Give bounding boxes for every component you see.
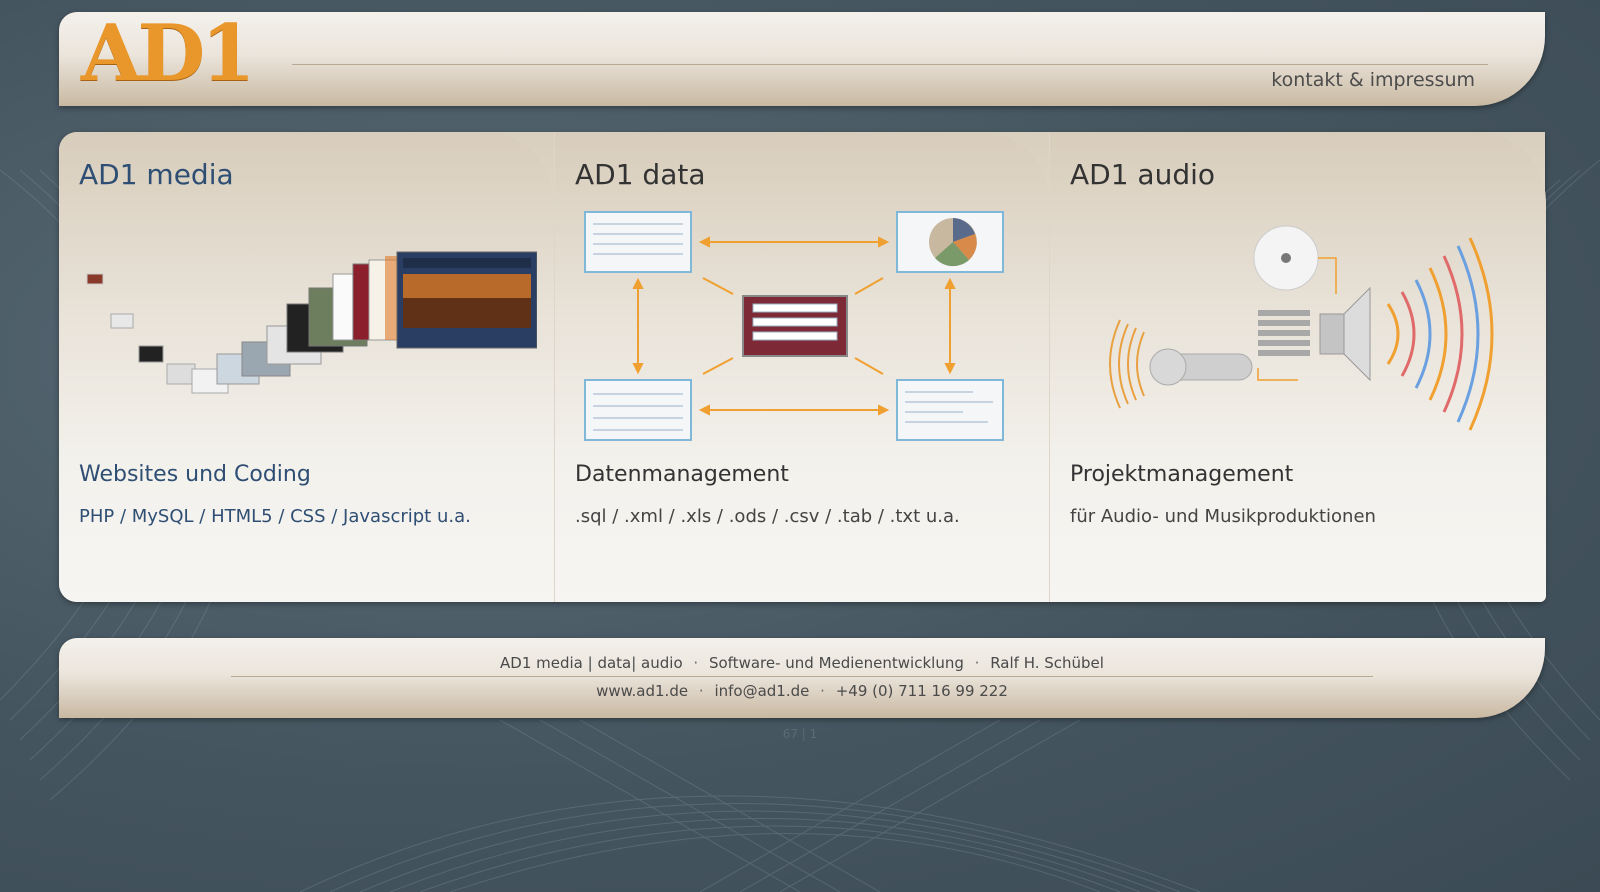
footer-separator: · — [698, 682, 704, 700]
pie-chart-icon — [929, 218, 977, 267]
sound-waves-right-icon — [1386, 237, 1494, 431]
audio-subtitle[interactable]: Projektmanagement — [1070, 462, 1293, 487]
websites-illustration[interactable] — [77, 204, 537, 464]
main-panel: AD1 media Websites und Coding PHP / MySQ… — [59, 132, 1546, 602]
cd-disc-icon — [1253, 225, 1319, 291]
data-subtitle[interactable]: Datenmanagement — [575, 462, 789, 487]
footer-website-link[interactable]: www.ad1.de — [596, 682, 688, 700]
footer-company: AD1 media | data| audio — [500, 654, 683, 672]
footer-phone: +49 (0) 711 16 99 222 — [835, 682, 1008, 700]
audio-illustration[interactable] — [1068, 204, 1528, 464]
mixer-icon — [1258, 310, 1310, 356]
footer-separator: · — [974, 654, 980, 672]
logo[interactable]: AD1 — [81, 10, 271, 98]
footer-separator: · — [820, 682, 825, 700]
visitor-counter: 67 | 1 — [782, 727, 818, 741]
audio-description: für Audio- und Musikproduktionen — [1070, 506, 1376, 527]
header-divider — [292, 64, 1488, 65]
data-exchange-illustration[interactable] — [573, 204, 1033, 464]
footer-service: Software- und Medienentwicklung — [708, 654, 964, 672]
logo-text: AD1 — [81, 8, 255, 99]
audio-title[interactable]: AD1 audio — [1070, 158, 1215, 191]
media-title[interactable]: AD1 media — [79, 158, 234, 191]
media-card[interactable]: AD1 media Websites und Coding PHP / MySQ… — [59, 132, 554, 602]
media-subtitle[interactable]: Websites und Coding — [79, 462, 311, 487]
data-title[interactable]: AD1 data — [575, 158, 706, 191]
contact-impressum-link[interactable]: kontakt & impressum — [1271, 69, 1475, 91]
audio-card[interactable]: AD1 audio Projektmanagement für Audio- u… — [1049, 132, 1546, 602]
sound-waves-left-icon — [1109, 319, 1145, 409]
footer-divider — [231, 676, 1373, 677]
footer-bar: AD1 media | data| audio · Software- und … — [59, 638, 1545, 718]
data-description: .sql / .xml / .xls / .ods / .csv / .tab … — [575, 506, 960, 527]
website-thumbnails — [86, 251, 537, 394]
header-bar: AD1 kontakt & impressum — [59, 10, 1545, 106]
footer-separator: · — [693, 654, 699, 672]
footer-email-link[interactable]: info@ad1.de — [714, 682, 809, 700]
microphone-icon — [1149, 348, 1253, 386]
footer-info-line: AD1 media | data| audio · Software- und … — [59, 654, 1545, 672]
speaker-icon — [1319, 286, 1371, 382]
media-description: PHP / MySQL / HTML5 / CSS / Javascript u… — [79, 506, 471, 527]
data-card[interactable]: AD1 data Datenmanagement .sql / .xml / .… — [554, 132, 1050, 602]
footer-contact-line: www.ad1.de · info@ad1.de · +49 (0) 711 1… — [59, 682, 1545, 700]
footer-person: Ralf H. Schübel — [990, 654, 1104, 672]
